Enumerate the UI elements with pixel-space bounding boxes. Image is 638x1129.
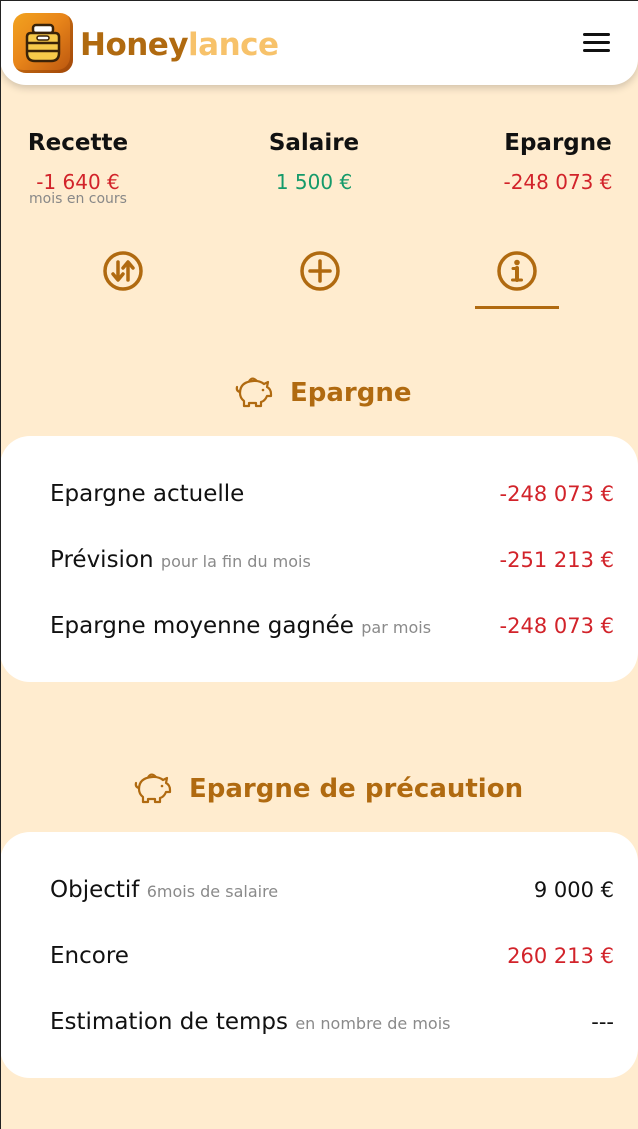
row-hint: pour la fin du mois: [160, 552, 311, 571]
active-tab-indicator: [475, 306, 559, 309]
row-label-text: Encore: [50, 943, 129, 969]
list-item: Epargne actuelle -248 073 €: [50, 476, 614, 512]
brand-name-part1: Honey: [80, 27, 189, 63]
stat-recette-label: Recette: [27, 130, 129, 156]
row-value: -248 073 €: [499, 482, 614, 506]
row-label-text: Prévision: [50, 547, 154, 573]
piggy-bank-icon: [234, 373, 274, 413]
row-label: Encore: [50, 938, 129, 974]
row-label-text: Epargne moyenne gagnée: [50, 613, 354, 639]
stat-recette: Recette -1 640 € mois en cours: [18, 127, 138, 207]
row-label: Prévision pour la fin du mois: [50, 542, 311, 580]
row-label-text: Objectif: [50, 877, 140, 903]
list-item: Epargne moyenne gagnée par mois -248 073…: [50, 608, 614, 644]
row-hint: par mois: [361, 618, 432, 637]
row-value: 260 213 €: [507, 944, 614, 968]
row-label-text: Estimation de temps: [50, 1009, 289, 1035]
section-title-precaution: Epargne de précaution: [189, 774, 524, 804]
stat-epargne-value: -248 073 €: [503, 170, 613, 194]
row-label: Estimation de temps en nombre de mois: [50, 1004, 450, 1042]
stat-salaire: Salaire 1 500 €: [254, 127, 374, 197]
row-value: -251 213 €: [499, 548, 614, 572]
transfer-arrows-icon[interactable]: [101, 249, 145, 293]
row-hint: en nombre de mois: [295, 1014, 451, 1033]
row-label: Epargne actuelle: [50, 476, 244, 512]
stat-salaire-value: 1 500 €: [275, 170, 353, 194]
precaution-card: Objectif 6mois de salaire 9 000 € Encore…: [0, 832, 638, 1078]
brand-name-part2: lance: [188, 27, 279, 63]
list-item: Prévision pour la fin du mois -251 213 €: [50, 542, 614, 578]
list-item: Encore 260 213 €: [50, 938, 614, 974]
row-hint: 6mois de salaire: [146, 882, 279, 901]
epargne-card: Epargne actuelle -248 073 € Prévision po…: [0, 436, 638, 682]
add-circle-icon[interactable]: [298, 249, 342, 293]
row-label-text: Epargne actuelle: [50, 481, 245, 507]
stat-salaire-label: Salaire: [268, 130, 360, 156]
info-circle-icon[interactable]: [495, 249, 539, 293]
brand-name[interactable]: Honeylance: [80, 25, 279, 65]
section-title-epargne: Epargne: [290, 378, 412, 408]
row-value: 9 000 €: [533, 878, 614, 902]
stat-recette-sub: mois en cours: [29, 191, 127, 207]
list-item: Estimation de temps en nombre de mois --…: [50, 1004, 614, 1040]
app-header: Honeylance: [0, 0, 638, 85]
row-value: ---: [591, 1010, 614, 1034]
row-label: Epargne moyenne gagnée par mois: [50, 608, 431, 646]
row-value: -248 073 €: [499, 614, 614, 638]
stat-epargne: Epargne -248 073 €: [488, 127, 628, 197]
honey-pot-icon[interactable]: [13, 13, 73, 73]
list-item: Objectif 6mois de salaire 9 000 €: [50, 872, 614, 908]
hamburger-menu-icon[interactable]: [580, 30, 614, 56]
piggy-bank-icon: [133, 769, 173, 809]
stat-epargne-label: Epargne: [504, 130, 612, 156]
row-label: Objectif 6mois de salaire: [50, 872, 278, 910]
